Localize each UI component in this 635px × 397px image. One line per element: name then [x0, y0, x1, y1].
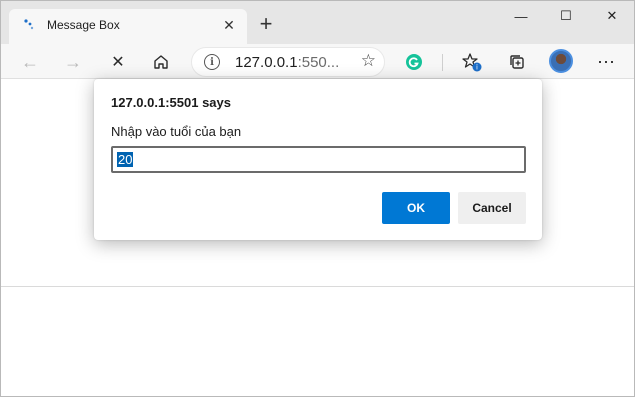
browser-toolbar: ← → ✕ i 127.0.0.1:550... ☆ i ⋯ [1, 44, 634, 79]
add-favorite-icon[interactable]: ☆ [361, 51, 376, 71]
ok-button[interactable]: OK [382, 192, 450, 224]
address-port: :550... [297, 54, 340, 71]
favorites-icon[interactable]: i [458, 48, 486, 76]
loading-dots-icon [24, 19, 34, 30]
home-glyph [154, 55, 168, 69]
forward-icon[interactable]: → [59, 48, 87, 76]
tab-strip: Message Box ✕ + — ☐ ✕ [1, 1, 634, 44]
stop-loading-icon[interactable]: ✕ [104, 48, 132, 76]
page-area-lower [1, 286, 634, 396]
favorites-glyph: i [462, 53, 482, 72]
grammarly-glyph [406, 54, 422, 70]
grammarly-extension-icon[interactable] [400, 48, 428, 76]
minimize-icon[interactable]: — [498, 1, 544, 31]
collections-glyph [510, 55, 524, 69]
tab-close-icon[interactable]: ✕ [219, 15, 239, 35]
site-info-icon[interactable]: i [204, 54, 220, 70]
toolbar-divider [442, 54, 443, 71]
age-input-value: 20 [117, 152, 134, 167]
back-icon[interactable]: ← [16, 48, 44, 76]
dialog-message: Nhập vào tuổi của bạn [111, 124, 242, 139]
home-icon[interactable] [147, 48, 175, 76]
address-bar[interactable]: i 127.0.0.1:550... ☆ [191, 47, 385, 77]
more-options-icon[interactable]: ⋯ [592, 48, 620, 76]
profile-avatar[interactable] [549, 49, 573, 73]
address-host: 127.0.0.1 [235, 54, 298, 71]
prompt-dialog: 127.0.0.1:5501 says Nhập vào tuổi của bạ… [94, 79, 542, 240]
tab-title: Message Box [47, 18, 120, 32]
age-input[interactable]: 20 [111, 146, 526, 173]
collections-icon[interactable] [503, 48, 531, 76]
maximize-icon[interactable]: ☐ [543, 1, 589, 31]
browser-window: Message Box ✕ + — ☐ ✕ ← → ✕ i 127.0.0.1:… [0, 0, 635, 397]
cancel-button[interactable]: Cancel [458, 192, 526, 224]
dialog-title: 127.0.0.1:5501 says [111, 95, 231, 110]
new-tab-icon[interactable]: + [255, 13, 277, 35]
tab-message-box[interactable]: Message Box ✕ [9, 9, 247, 44]
close-window-icon[interactable]: ✕ [589, 1, 634, 31]
address-url[interactable]: 127.0.0.1:550... [235, 54, 339, 71]
svg-text:i: i [476, 64, 478, 72]
